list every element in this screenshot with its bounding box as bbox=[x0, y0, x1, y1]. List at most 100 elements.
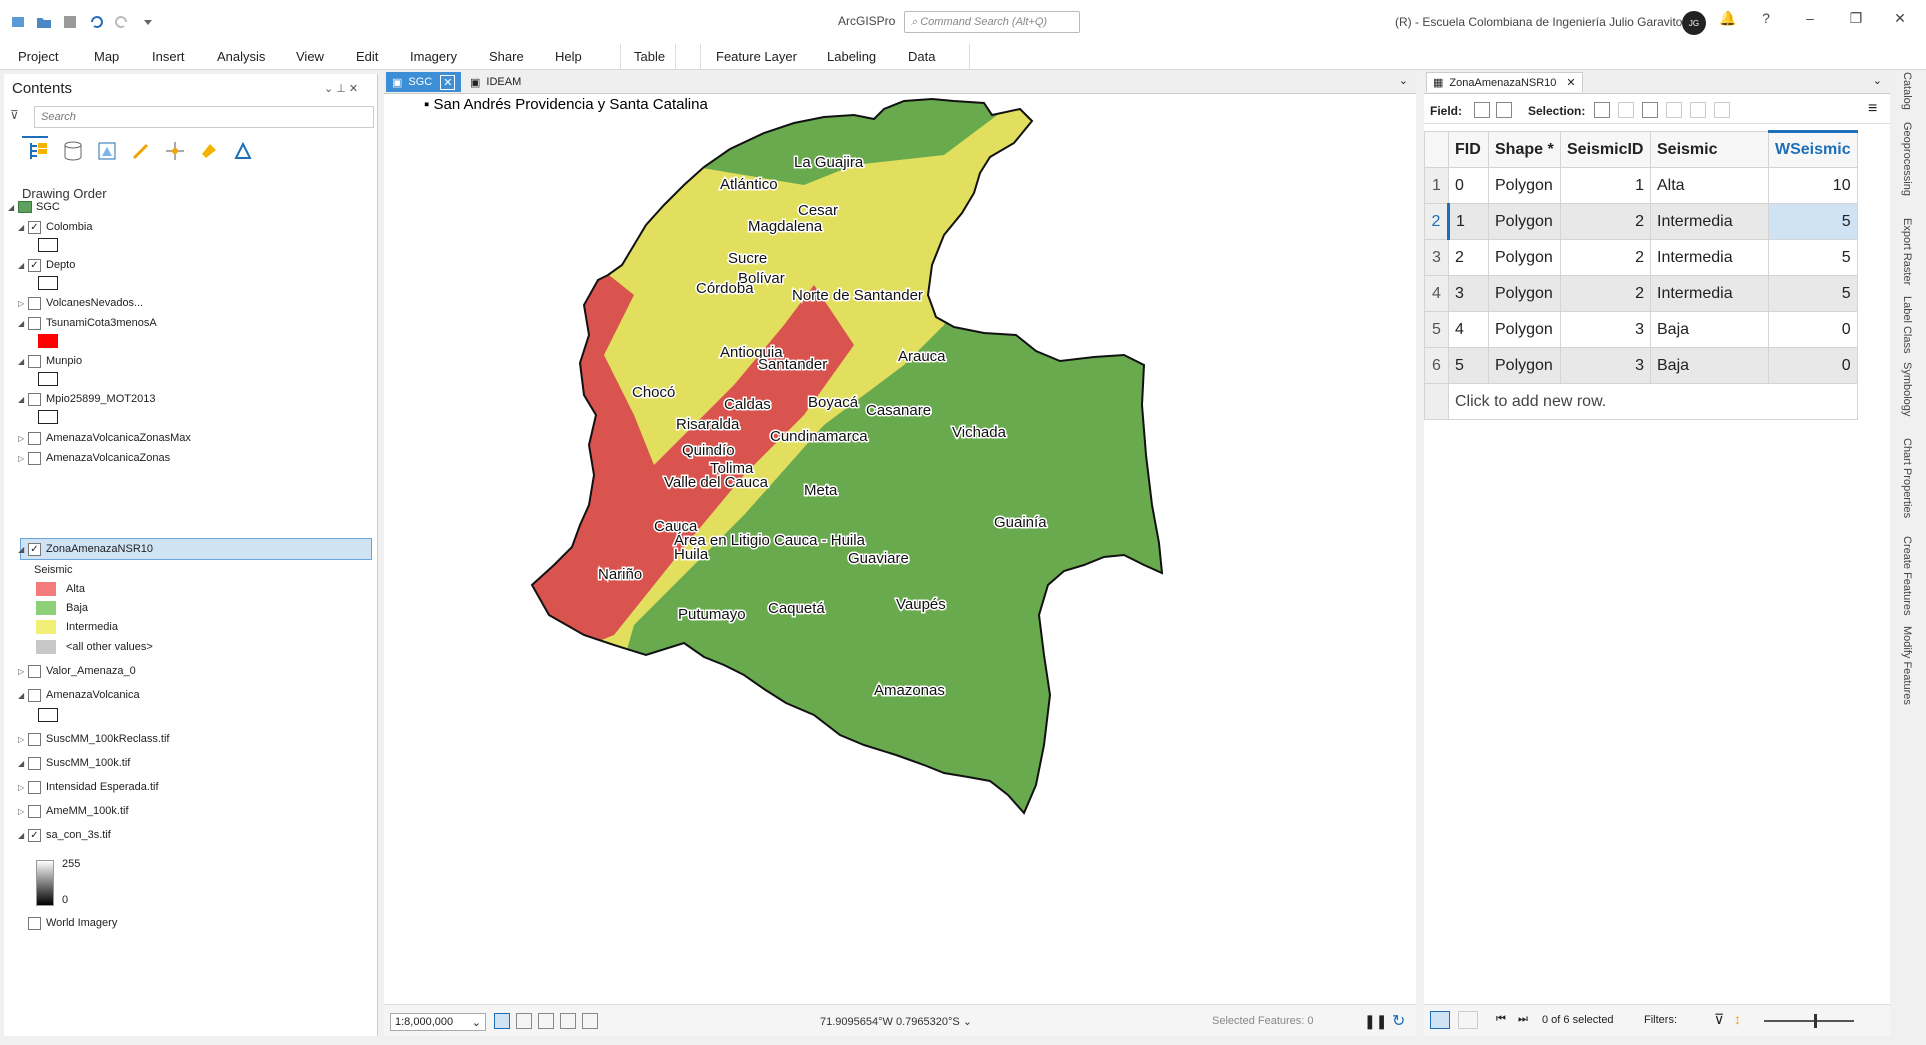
map-canvas[interactable]: ▪ San Andrés Providencia y Santa Catalin… bbox=[384, 95, 1416, 1003]
layer-checkbox[interactable] bbox=[28, 451, 41, 465]
contents-search-input[interactable]: Search bbox=[34, 106, 374, 128]
sort-icon[interactable]: ↕ bbox=[1734, 1011, 1741, 1027]
scale-selector[interactable]: 1:8,000,000 ⌄ bbox=[390, 1013, 486, 1031]
layer-checkbox[interactable] bbox=[28, 664, 41, 678]
layer-checkbox[interactable]: ✓ bbox=[28, 258, 41, 272]
select-all-corner[interactable] bbox=[1424, 131, 1449, 168]
layer-suscmm-reclass[interactable]: ▷ SuscMM_100kReclass.tif bbox=[18, 730, 170, 748]
tab-project[interactable]: Project bbox=[18, 49, 58, 64]
show-selected-records-icon[interactable] bbox=[1458, 1011, 1478, 1029]
help-icon[interactable]: ? bbox=[1756, 10, 1776, 26]
zoom-to-selection-icon[interactable] bbox=[1618, 102, 1634, 118]
list-by-selection-icon[interactable] bbox=[96, 140, 118, 162]
minimize-icon[interactable]: – bbox=[1800, 10, 1820, 26]
layer-munpio[interactable]: ◢ Munpio bbox=[18, 352, 82, 370]
legend-item-other[interactable]: <all other values> bbox=[36, 640, 153, 654]
close-tab-icon[interactable]: ✕ bbox=[440, 74, 456, 90]
zoom-slider[interactable] bbox=[1764, 1020, 1854, 1022]
layer-checkbox[interactable]: ✓ bbox=[28, 542, 41, 556]
table-row[interactable]: 6 5 Polygon 3 Baja 0 bbox=[1424, 347, 1858, 384]
customize-qat-icon[interactable] bbox=[140, 14, 156, 30]
layer-checkbox[interactable] bbox=[28, 756, 41, 770]
notification-bell-icon[interactable]: 🔔 bbox=[1718, 10, 1738, 27]
layer-checkbox[interactable] bbox=[28, 296, 41, 310]
layer-colombia[interactable]: ◢ ✓ Colombia bbox=[18, 218, 92, 236]
layer-checkbox[interactable] bbox=[28, 431, 41, 445]
selected-features-status[interactable]: Selected Features: 0 bbox=[1212, 1015, 1314, 1027]
layer-symbol[interactable] bbox=[38, 372, 58, 386]
pause-drawing-icon[interactable]: ❚❚ bbox=[1364, 1013, 1387, 1030]
tabs-overflow-icon[interactable]: ⌄ bbox=[1873, 74, 1882, 87]
column-header[interactable]: FID bbox=[1448, 131, 1489, 168]
tab-zonaamenazansr10[interactable]: ▦ ZonaAmenazaNSR10 ✕ bbox=[1426, 72, 1583, 92]
coordinates-readout[interactable]: 71.9095654°W 0.7965320°S ⌄ bbox=[820, 1015, 972, 1028]
save-icon[interactable] bbox=[62, 14, 78, 30]
rotate-icon[interactable] bbox=[582, 1013, 598, 1029]
dock-tab-modify-features[interactable]: Modify Features bbox=[1901, 626, 1913, 705]
layer-symbol[interactable] bbox=[38, 410, 58, 424]
layer-checkbox[interactable] bbox=[28, 316, 41, 330]
tab-edit[interactable]: Edit bbox=[356, 49, 378, 64]
redo-icon[interactable] bbox=[114, 14, 130, 30]
constraint-icon[interactable] bbox=[538, 1013, 554, 1029]
add-row[interactable]: Click to add new row. bbox=[1424, 383, 1858, 420]
first-record-icon[interactable]: ⏮ bbox=[1496, 1013, 1506, 1026]
switch-selection-icon[interactable] bbox=[1642, 102, 1658, 118]
map-node-sgc[interactable]: ◢ SGC bbox=[8, 198, 60, 216]
calculate-field-icon[interactable] bbox=[1496, 102, 1512, 118]
table-row[interactable]: 2 1 Polygon 2 Intermedia 5 bbox=[1424, 203, 1858, 240]
list-by-drawing-order-icon[interactable] bbox=[28, 140, 50, 162]
command-search[interactable]: ⌕ Command Search (Alt+Q) bbox=[904, 11, 1080, 33]
list-by-source-icon[interactable] bbox=[62, 140, 84, 162]
dock-tab-catalog[interactable]: Catalog bbox=[1901, 72, 1913, 110]
layer-checkbox[interactable] bbox=[28, 916, 41, 930]
tab-map[interactable]: Map bbox=[94, 49, 119, 64]
filter-icon[interactable]: ⊽ bbox=[1714, 1011, 1724, 1028]
layer-checkbox[interactable]: ✓ bbox=[28, 220, 41, 234]
tab-analysis[interactable]: Analysis bbox=[217, 49, 265, 64]
restore-icon[interactable]: ❐ bbox=[1846, 10, 1866, 27]
table-row[interactable]: 1 0 Polygon 1 Alta 10 bbox=[1424, 167, 1858, 204]
open-project-icon[interactable] bbox=[36, 14, 52, 30]
layer-sa-con-3s[interactable]: ◢ ✓ sa_con_3s.tif bbox=[18, 826, 111, 844]
dock-tab-label-class[interactable]: Label Class bbox=[1901, 296, 1913, 353]
column-header[interactable]: SeismicID bbox=[1560, 131, 1651, 168]
layer-suscmm[interactable]: ◢ SuscMM_100k.tif bbox=[18, 754, 130, 772]
column-header[interactable]: WSeismic bbox=[1768, 130, 1858, 168]
layer-zonaamenazansr10[interactable]: ◢ ✓ ZonaAmenazaNSR10 bbox=[18, 540, 153, 558]
show-all-records-icon[interactable] bbox=[1430, 1011, 1450, 1029]
layer-checkbox[interactable] bbox=[28, 804, 41, 818]
layer-checkbox[interactable] bbox=[28, 732, 41, 746]
layer-depto[interactable]: ◢ ✓ Depto bbox=[18, 256, 75, 274]
layer-amenazavolcanica[interactable]: ◢ AmenazaVolcanica bbox=[18, 686, 140, 704]
dock-tab-chart-properties[interactable]: Chart Properties bbox=[1901, 438, 1913, 518]
tab-imagery[interactable]: Imagery bbox=[410, 49, 457, 64]
tabs-overflow-icon[interactable]: ⌄ bbox=[1399, 74, 1408, 87]
list-by-labeling-icon[interactable] bbox=[198, 140, 220, 162]
menu-icon[interactable]: ≡ bbox=[1868, 100, 1877, 118]
dock-tab-create-features[interactable]: Create Features bbox=[1901, 536, 1913, 615]
dock-tab-export-raster[interactable]: Export Raster bbox=[1901, 218, 1913, 285]
tab-data[interactable]: Data bbox=[908, 49, 935, 64]
layer-checkbox[interactable] bbox=[28, 392, 41, 406]
table-row[interactable]: 5 4 Polygon 3 Baja 0 bbox=[1424, 311, 1858, 348]
layer-symbol[interactable] bbox=[38, 708, 58, 722]
avatar[interactable]: JG bbox=[1682, 11, 1706, 35]
close-tab-icon[interactable]: ✕ bbox=[1566, 76, 1575, 89]
tab-feature-layer[interactable]: Feature Layer bbox=[716, 49, 797, 64]
table-row[interactable]: 4 3 Polygon 2 Intermedia 5 bbox=[1424, 275, 1858, 312]
tab-insert[interactable]: Insert bbox=[152, 49, 185, 64]
filter-icon[interactable]: ⊽ bbox=[10, 108, 19, 122]
delete-selection-icon[interactable] bbox=[1690, 102, 1706, 118]
new-project-icon[interactable] bbox=[10, 14, 26, 30]
column-header[interactable]: Seismic bbox=[1650, 131, 1769, 168]
layer-checkbox[interactable] bbox=[28, 354, 41, 368]
map-svg[interactable]: ▪ San Andrés Providencia y Santa Catalin… bbox=[384, 95, 1416, 1003]
layer-valor-amenaza[interactable]: ▷ Valor_Amenaza_0 bbox=[18, 662, 136, 680]
layer-checkbox[interactable] bbox=[28, 688, 41, 702]
copy-selection-icon[interactable] bbox=[1714, 102, 1730, 118]
tab-table[interactable]: Table bbox=[634, 49, 665, 64]
column-header[interactable]: Shape * bbox=[1488, 131, 1561, 168]
dock-tab-symbology[interactable]: Symbology bbox=[1901, 362, 1913, 416]
legend-item-alta[interactable]: Alta bbox=[36, 582, 85, 596]
